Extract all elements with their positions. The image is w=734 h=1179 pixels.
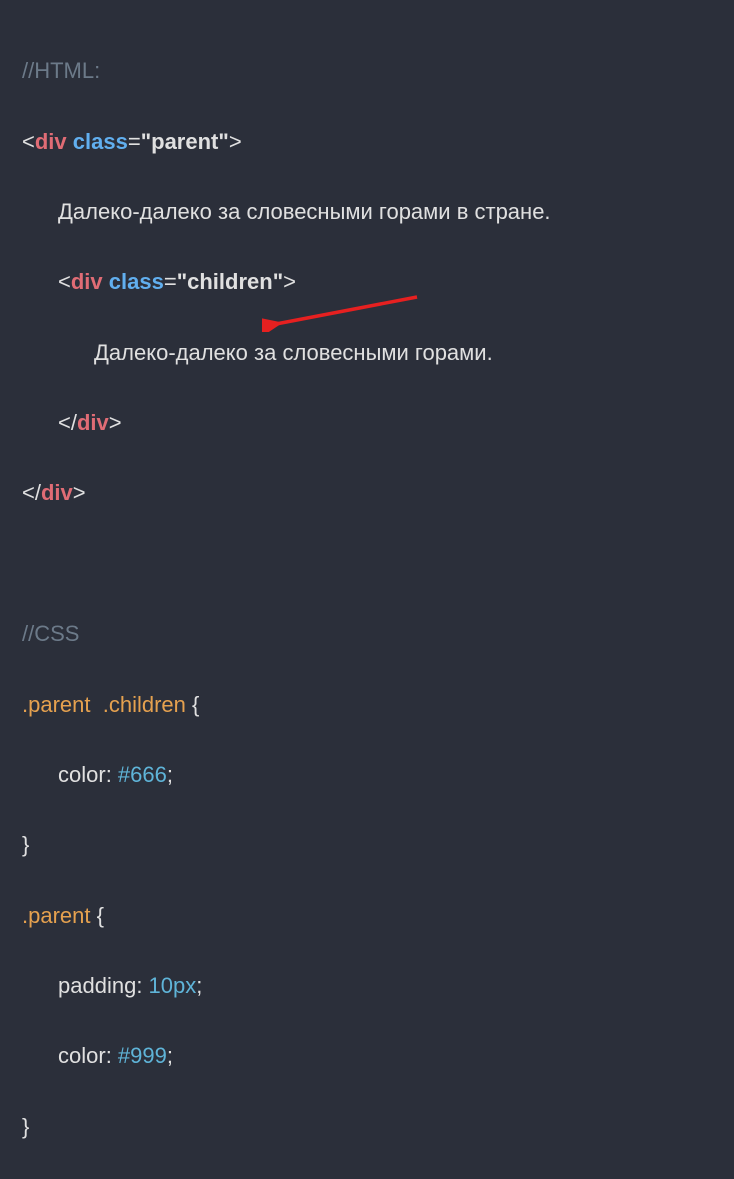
css-value: #666 (118, 762, 167, 787)
equals: = (164, 269, 177, 294)
open-children-div-line: <div class="children"> (22, 264, 712, 299)
tag-div: div (35, 129, 67, 154)
blank-line (22, 546, 712, 581)
css-property: color (58, 1043, 106, 1068)
indent: </div> (22, 405, 122, 440)
brace-open: { (97, 903, 104, 928)
tag-div: div (41, 480, 73, 505)
bracket-close: > (283, 269, 296, 294)
indent: color: #999; (22, 1038, 173, 1073)
brace-close: } (22, 832, 29, 857)
css-rule1-close-line: } (22, 827, 712, 862)
css-rule2-prop1-line: padding: 10px; (22, 968, 712, 1003)
close-parent-div-line: </div> (22, 475, 712, 510)
css-comment-line: //CSS (22, 616, 712, 651)
html-comment-line: //HTML: (22, 53, 712, 88)
text-content: Далеко-далеко за словесными горами в стр… (22, 194, 551, 229)
css-value: #999 (118, 1043, 167, 1068)
bracket-open: < (58, 269, 71, 294)
text-content: Далеко-далеко за словесными горами. (22, 335, 493, 370)
bracket-open: < (22, 129, 35, 154)
bracket-close: > (73, 480, 86, 505)
bracket-close: > (109, 410, 122, 435)
indent: <div class="children"> (22, 264, 296, 299)
tag-div: div (77, 410, 109, 435)
brace-close: } (22, 1114, 29, 1139)
css-rule2-prop2-line: color: #999; (22, 1038, 712, 1073)
css-value: 10px (149, 973, 197, 998)
bracket-close: > (229, 129, 242, 154)
indent: padding: 10px; (22, 968, 202, 1003)
comment: //HTML: (22, 58, 100, 83)
css-property: padding (58, 973, 136, 998)
css-rule2-close-line: } (22, 1109, 712, 1144)
attr-class: class (109, 269, 164, 294)
attr-value: "children" (177, 269, 283, 294)
equals: = (128, 129, 141, 154)
attr-class: class (73, 129, 128, 154)
brace-open: { (192, 692, 199, 717)
css-rule1-selector-line: .parent .children { (22, 687, 712, 722)
selector: .parent .children (22, 692, 186, 717)
css-rule1-prop1-line: color: #666; (22, 757, 712, 792)
close-children-div-line: </div> (22, 405, 712, 440)
comment: //CSS (22, 621, 79, 646)
css-property: color (58, 762, 106, 787)
code-block: //HTML: <div class="parent"> Далеко-дале… (22, 18, 712, 1179)
text-content-line: Далеко-далеко за словесными горами в стр… (22, 194, 712, 229)
bracket-open: </ (22, 480, 41, 505)
bracket-open: </ (58, 410, 77, 435)
selector: .parent (22, 903, 91, 928)
indent: color: #666; (22, 757, 173, 792)
text-content-child-line: Далеко-далеко за словесными горами. (22, 335, 712, 370)
attr-value: "parent" (141, 129, 229, 154)
open-parent-div-line: <div class="parent"> (22, 124, 712, 159)
tag-div: div (71, 269, 103, 294)
css-rule2-selector-line: .parent { (22, 898, 712, 933)
